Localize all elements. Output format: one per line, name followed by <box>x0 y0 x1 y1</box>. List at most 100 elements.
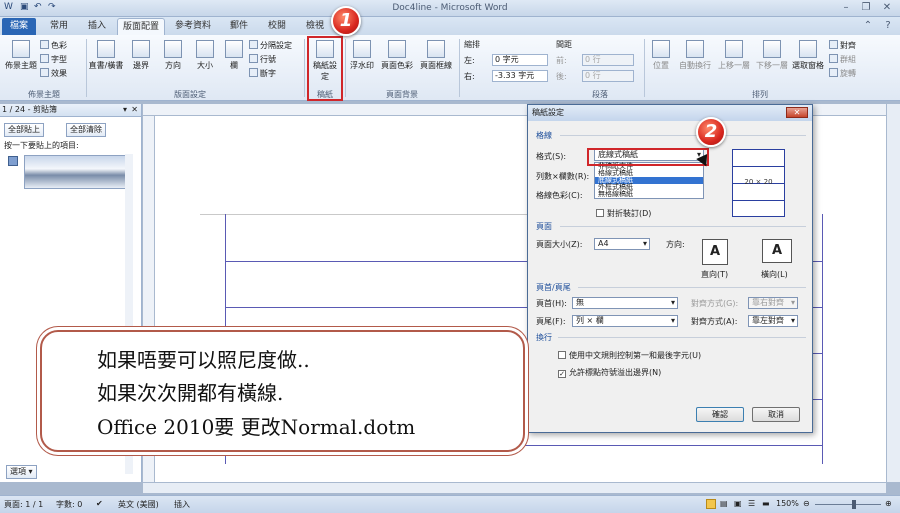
language-indicator[interactable]: 英文 (美國) <box>118 499 159 510</box>
header-align-select[interactable]: 靠右對齊 <box>748 297 798 309</box>
tab-insert[interactable]: 插入 <box>80 18 114 35</box>
header-select[interactable]: 無 <box>572 297 678 309</box>
proofing-icon[interactable]: ✔ <box>96 499 103 508</box>
page-size-select[interactable]: A4 <box>594 238 650 250</box>
themes-button[interactable]: 佈景主題 <box>4 40 38 71</box>
grid-preview: 20 × 20 <box>732 149 785 217</box>
line-numbers-button[interactable]: 行號 <box>249 54 276 65</box>
group-separator <box>345 39 346 97</box>
dialog-close-button[interactable]: ✕ <box>786 107 808 118</box>
selection-pane-button[interactable]: 選取窗格 <box>790 40 826 71</box>
footer-select[interactable]: 列 × 欄 <box>572 315 678 327</box>
columns-button[interactable]: 欄 <box>222 40 246 71</box>
pane-close-icon[interactable]: ✕ <box>131 104 138 116</box>
footer-align-select[interactable]: 靠左對齊 <box>748 315 798 327</box>
tab-file[interactable]: 檔案 <box>2 18 36 35</box>
rows-columns-label: 列數×欄數(R): <box>536 172 590 181</box>
web-layout-icon[interactable]: ▣ <box>734 499 742 508</box>
rotate-button[interactable]: 旋轉 <box>829 68 856 79</box>
zoom-slider[interactable] <box>815 504 881 505</box>
option-punctuation-overflow[interactable]: ✓ 允許標點符號溢出邊界(N) <box>558 367 661 378</box>
watermark-button[interactable]: 浮水印 <box>347 40 377 71</box>
wrap-text-button[interactable]: 自動換行 <box>676 40 714 71</box>
fold-checkbox[interactable]: 對折裝訂(D) <box>596 208 651 219</box>
callout-line-2: 如果次次開都有橫線. <box>97 381 284 405</box>
restore-button[interactable]: ❐ <box>856 1 876 15</box>
clipboard-item-thumbnail[interactable] <box>24 155 130 189</box>
zoom-level[interactable]: 150% <box>776 499 799 508</box>
size-button[interactable]: 大小 <box>190 40 220 71</box>
minimize-ribbon-icon[interactable]: ⌃ <box>858 19 878 33</box>
themes-icon <box>12 40 30 58</box>
tab-review[interactable]: 校閱 <box>260 18 294 35</box>
format-highlight-box <box>587 148 709 166</box>
ok-button[interactable]: 確認 <box>696 407 744 422</box>
annotation-callout: 如果唔要可以照尼度做.. 如果次次開都有橫線. Office 2010要 更改N… <box>40 330 525 452</box>
section-header-footer: 頁首/頁尾 <box>536 283 571 292</box>
tab-page-layout[interactable]: 版面配置 <box>117 18 165 35</box>
fonts-button[interactable]: 字型 <box>40 54 67 65</box>
grid-color-label: 格線色彩(C): <box>536 191 583 200</box>
zoom-in-icon[interactable]: ⊕ <box>885 499 892 508</box>
spacing-after-input[interactable]: 0 行 <box>582 70 634 82</box>
orientation-icon <box>164 40 182 58</box>
word-count[interactable]: 字數: 0 <box>56 499 82 510</box>
orientation-button[interactable]: 方向 <box>158 40 188 71</box>
group-button[interactable]: 群組 <box>829 54 856 65</box>
minimize-button[interactable]: – <box>836 1 856 15</box>
preview-line <box>733 200 784 201</box>
group-separator <box>86 39 87 97</box>
page-color-button[interactable]: 頁面色彩 <box>379 40 415 71</box>
breaks-button[interactable]: 分隔設定 <box>249 40 292 51</box>
page-count[interactable]: 頁面: 1 / 1 <box>4 499 43 510</box>
page-borders-button[interactable]: 頁面框線 <box>416 40 456 71</box>
pane-menu-icon[interactable]: ▾ <box>123 104 127 116</box>
hyphenation-button[interactable]: 斷字 <box>249 68 276 79</box>
spacing-before-input[interactable]: 0 行 <box>582 54 634 66</box>
zoom-slider-thumb[interactable] <box>852 500 856 509</box>
draft-icon[interactable]: ▬ <box>762 499 770 508</box>
vertical-scrollbar[interactable] <box>886 104 900 482</box>
watermark-icon <box>353 40 371 58</box>
indent-right-input[interactable]: -3.33 字元 <box>492 70 548 82</box>
tab-view[interactable]: 檢視 <box>298 18 332 35</box>
options-button[interactable]: 選項 ▾ <box>6 465 37 479</box>
section-divider <box>560 135 806 136</box>
margins-button[interactable]: 邊界 <box>126 40 156 71</box>
portrait-label: 直向(T) <box>701 270 729 279</box>
text-direction-icon <box>97 40 115 58</box>
tab-references[interactable]: 參考資料 <box>170 18 216 35</box>
insert-mode[interactable]: 插入 <box>174 499 190 510</box>
cancel-button[interactable]: 取消 <box>752 407 800 422</box>
effects-button[interactable]: 效果 <box>40 68 67 79</box>
print-layout-icon[interactable] <box>706 499 716 509</box>
indent-left-label: 左: <box>464 56 475 65</box>
section-page: 頁面 <box>536 222 552 231</box>
text-direction-button[interactable]: 直書/橫書 <box>88 40 124 71</box>
outline-icon[interactable]: ☰ <box>748 499 755 508</box>
portrait-option[interactable]: A <box>702 239 728 265</box>
help-icon[interactable]: ? <box>878 19 898 33</box>
selection-pane-icon <box>799 40 817 58</box>
tab-mailings[interactable]: 郵件 <box>222 18 256 35</box>
indent-left-input[interactable]: 0 字元 <box>492 54 548 66</box>
group-separator <box>304 39 305 97</box>
header-align-label: 對齊方式(G): <box>691 299 739 308</box>
horizontal-scrollbar[interactable] <box>143 482 886 493</box>
reading-layout-icon[interactable]: ▤ <box>720 499 728 508</box>
close-button[interactable]: ✕ <box>877 1 897 15</box>
position-button[interactable]: 位置 <box>648 40 674 71</box>
zoom-out-icon[interactable]: ⊖ <box>803 499 810 508</box>
format-option[interactable]: 無格線稿紙 <box>595 191 703 198</box>
tab-home[interactable]: 常用 <box>42 18 76 35</box>
bring-forward-button[interactable]: 上移一層 <box>715 40 753 71</box>
paste-all-button[interactable]: 全部貼上 <box>4 123 44 137</box>
option-chinese-rules[interactable]: 使用中文規則控制第一和最後字元(U) <box>558 350 701 361</box>
clear-all-button[interactable]: 全部清除 <box>66 123 106 137</box>
window-title: Doc4line - Microsoft Word <box>392 3 508 13</box>
landscape-option[interactable]: A <box>762 239 792 263</box>
colors-button[interactable]: 色彩 <box>40 40 67 51</box>
send-backward-button[interactable]: 下移一層 <box>754 40 790 71</box>
align-button[interactable]: 對齊 <box>829 40 856 51</box>
preview-line <box>733 166 784 167</box>
